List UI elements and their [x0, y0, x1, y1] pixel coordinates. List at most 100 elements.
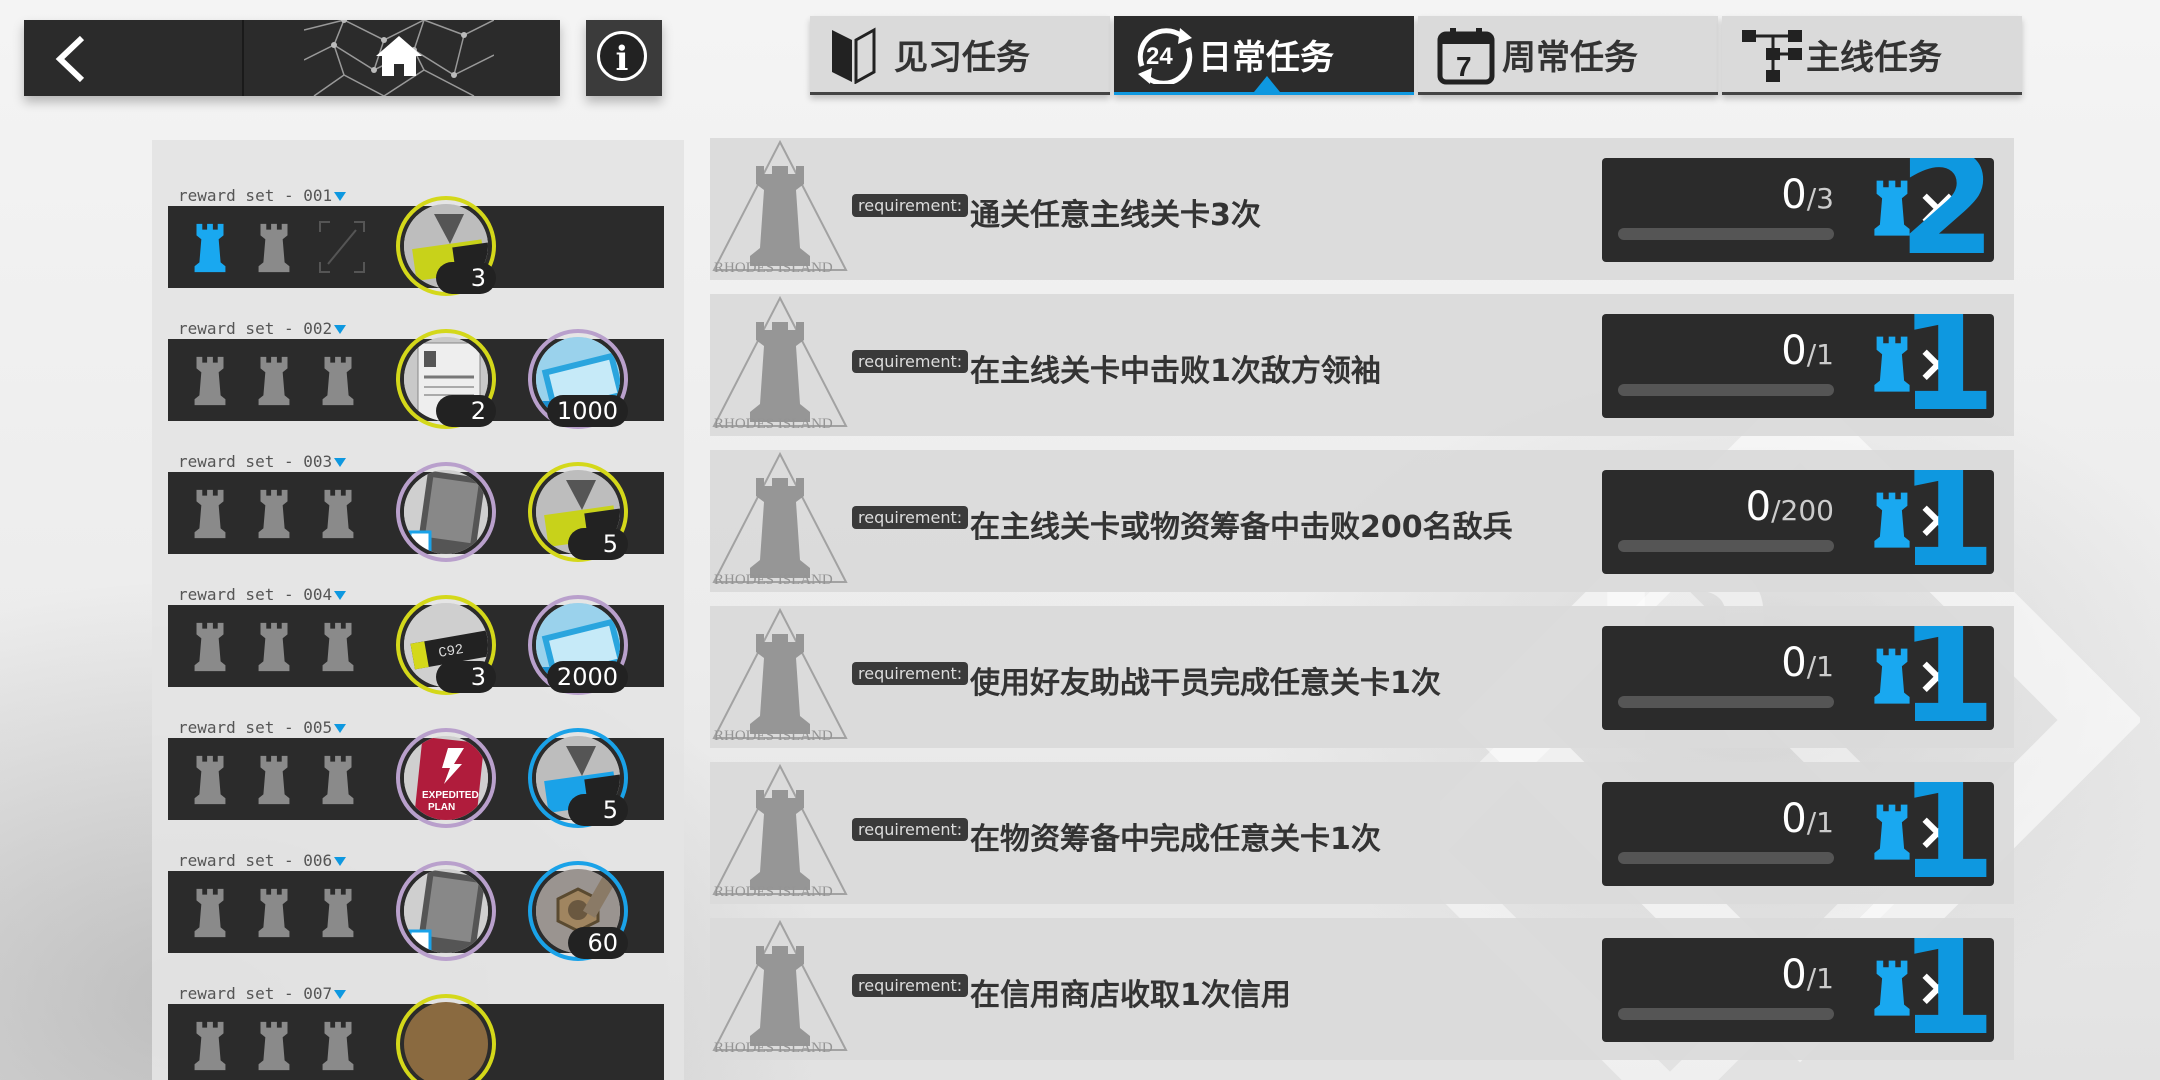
reward-item-icon	[404, 1002, 488, 1080]
reward-item[interactable]	[396, 994, 496, 1080]
task-row[interactable]: RHODES ISLAND requirement: 使用好友助战干员完成任意关卡1…	[710, 606, 2014, 748]
progress-text: 0/3	[1781, 172, 1834, 218]
task-row[interactable]: RHODES ISLAND requirement: 在主线关卡中击败1次敌方领袖 0…	[710, 294, 2014, 436]
rook-icon	[258, 1021, 290, 1071]
task-description: 在主线关卡中击败1次敌方领袖	[970, 354, 1381, 389]
progress-total: /1	[1806, 338, 1834, 371]
reward-item[interactable]	[396, 861, 496, 961]
reward-set-bar[interactable]: EXPEDITED PLAN 5	[168, 728, 664, 828]
emblem-text: RHODES ISLAND	[714, 572, 833, 588]
reward-item[interactable]: 60	[528, 861, 628, 961]
dropdown-triangle-icon	[334, 857, 347, 866]
task-progress-panel: 0/3 × 2	[1602, 158, 1994, 262]
rook-icon	[258, 223, 290, 273]
reward-set: reward set - 007	[168, 984, 664, 1080]
progress-bar	[1618, 696, 1834, 708]
reward-set-bar[interactable]: 5	[168, 462, 664, 562]
progress-total: /200	[1771, 494, 1834, 527]
reward-set-label: reward set - 005	[178, 718, 347, 737]
chevron-left-icon	[55, 35, 85, 83]
reward-item[interactable]: EXPEDITED PLAN	[396, 728, 496, 828]
reward-item[interactable]: £2000	[528, 595, 628, 695]
reward-item[interactable]	[396, 462, 496, 562]
task-description: 在物资筹备中完成任意关卡1次	[970, 822, 1381, 857]
rhodes-island-emblem-icon: RHODES ISLAND	[712, 607, 848, 744]
emblem-text: RHODES ISLAND	[714, 728, 833, 744]
chip-pack-icon	[404, 470, 488, 554]
tab-main[interactable]: 主线任务	[1722, 16, 2022, 95]
reward-set-label-text: reward set - 005	[178, 718, 333, 737]
rook-icon	[194, 622, 226, 672]
rook-icon	[258, 622, 290, 672]
rook-slot	[254, 1018, 294, 1076]
reward-set-bar[interactable]: C923 £2000	[168, 595, 664, 695]
rook-slot	[318, 1018, 358, 1076]
rook-slot	[318, 885, 358, 943]
reward-set-bar[interactable]: 60	[168, 861, 664, 961]
trainee-flag-icon	[832, 27, 876, 84]
reward-count: 1	[1898, 938, 1994, 1042]
top-nav-bar	[24, 20, 560, 96]
active-tab-indicator	[1254, 76, 1280, 92]
progress-current: 0	[1745, 484, 1772, 530]
progress-text: 0/1	[1781, 640, 1834, 686]
rook-icon	[322, 888, 354, 938]
reward-item[interactable]: 5	[528, 728, 628, 828]
progress-text: 0/200	[1746, 484, 1834, 530]
progress-total: /1	[1806, 962, 1834, 995]
reward-item[interactable]: 2	[396, 329, 496, 429]
rook-slot	[254, 619, 294, 677]
rook-slot	[190, 1018, 230, 1076]
item-count: 2	[436, 395, 496, 427]
reward-set: reward set - 001 3	[168, 186, 664, 296]
rook-icon	[258, 489, 290, 539]
task-row[interactable]: RHODES ISLAND requirement: 在物资筹备中完成任意关卡1次 0…	[710, 762, 2014, 904]
reward-set-bar[interactable]	[168, 994, 664, 1080]
reward-set-label: reward set - 002	[178, 319, 347, 338]
back-button[interactable]	[24, 20, 240, 96]
dropdown-triangle-icon	[334, 325, 347, 334]
rook-slot	[318, 619, 358, 677]
task-progress-panel: 0/1 × 1	[1602, 782, 1994, 886]
rook-slot	[254, 885, 294, 943]
task-progress-panel: 0/1 × 1	[1602, 938, 1994, 1042]
rook-icon	[194, 888, 226, 938]
task-row[interactable]: RHODES ISLAND requirement: 在主线关卡或物资筹备中击败20…	[710, 450, 2014, 592]
tab-daily[interactable]: 24 日常任务	[1114, 16, 1414, 95]
svg-text:PLAN: PLAN	[428, 802, 455, 813]
rook-slot	[318, 220, 366, 278]
tab-weekly[interactable]: 7 周常任务	[1418, 16, 1718, 95]
reward-set: reward set - 006 60	[168, 851, 664, 961]
item-count: 1000	[546, 395, 628, 427]
reward-item[interactable]: £1000	[528, 329, 628, 429]
rook-slot	[254, 752, 294, 810]
progress-bar	[1618, 1008, 1834, 1020]
reward-set-bar[interactable]: 3	[168, 196, 664, 296]
requirement-tag: requirement:	[852, 818, 969, 841]
rook-icon	[322, 356, 354, 406]
svg-text:EXPEDITED: EXPEDITED	[422, 790, 479, 801]
reward-set-label-text: reward set - 003	[178, 452, 333, 471]
dropdown-triangle-icon	[334, 192, 347, 201]
reward-count: 1	[1898, 782, 1994, 886]
task-row[interactable]: RHODES ISLAND requirement: 在信用商店收取1次信用 0/1 ×…	[710, 918, 2014, 1060]
reward-item[interactable]: C92 3	[396, 595, 496, 695]
task-description: 使用好友助战干员完成任意关卡1次	[970, 666, 1441, 701]
svg-text:7: 7	[1456, 51, 1472, 82]
reward-set-bar[interactable]: 2 £1000	[168, 329, 664, 429]
task-row[interactable]: RHODES ISLAND requirement: 通关任意主线关卡3次 0/3 × 2	[710, 138, 2014, 280]
reward-set-label: reward set - 001	[178, 186, 347, 205]
item-count: 2000	[546, 661, 628, 693]
tab-label: 主线任务	[1806, 38, 1942, 78]
progress-current: 0	[1781, 952, 1807, 998]
reward-item[interactable]: 3	[396, 196, 496, 296]
info-button[interactable]: i	[586, 20, 662, 96]
progress-current: 0	[1781, 796, 1807, 842]
tab-trainee[interactable]: 见习任务	[810, 16, 1110, 95]
rook-icon	[322, 489, 354, 539]
reward-sets-panel[interactable]: reward set - 001 3 reward set - 002 2 £1000 r…	[152, 140, 684, 1080]
rook-slot	[254, 486, 294, 544]
reward-item[interactable]: 5	[528, 462, 628, 562]
rook-slot	[190, 220, 230, 278]
home-button[interactable]	[244, 20, 560, 96]
